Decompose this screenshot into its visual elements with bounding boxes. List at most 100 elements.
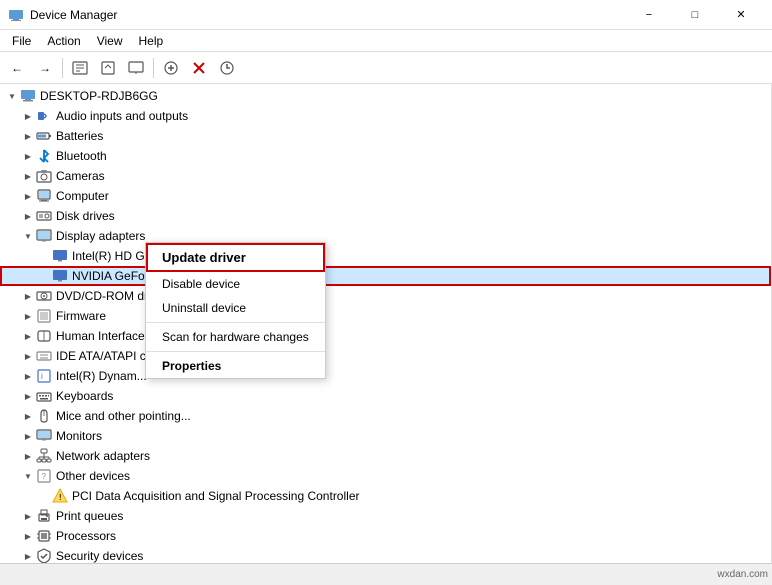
network-icon — [36, 448, 52, 464]
window-title: Device Manager — [30, 8, 626, 22]
back-button[interactable]: ← — [4, 56, 30, 80]
tree-item-display[interactable]: ▼ Display adapters — [0, 226, 771, 246]
properties-button[interactable] — [67, 56, 93, 80]
remove-button[interactable] — [186, 56, 212, 80]
add-button[interactable] — [158, 56, 184, 80]
menu-help[interactable]: Help — [131, 32, 172, 50]
expand-root[interactable]: ▼ — [4, 88, 20, 104]
forward-button[interactable]: → — [32, 56, 58, 80]
expand-batteries[interactable]: ▶ — [20, 128, 36, 144]
expand-ide[interactable]: ▶ — [20, 348, 36, 364]
computer-icon — [20, 88, 36, 104]
expand-display[interactable]: ▼ — [20, 228, 36, 244]
disk-label: Disk drives — [56, 209, 115, 223]
intel-hd-icon — [52, 248, 68, 264]
mice-label: Mice and other pointing... — [56, 409, 191, 423]
main-content: ▼ DESKTOP-RDJB6GG ▶ — [0, 84, 772, 563]
expand-processors[interactable]: ▶ — [20, 528, 36, 544]
tree-item-security[interactable]: ▶ Security devices — [0, 546, 771, 563]
tree-item-nvidia[interactable]: NVIDIA GeForce 940M — [0, 266, 771, 286]
monitors-icon — [36, 428, 52, 444]
other-icon: ? — [36, 468, 52, 484]
status-bar: wxdan.com — [0, 563, 772, 585]
computer-label: Computer — [56, 189, 109, 203]
tree-item-audio[interactable]: ▶ Audio inputs and outputs — [0, 106, 771, 126]
display-button[interactable] — [123, 56, 149, 80]
firmware-label: Firmware — [56, 309, 106, 323]
audio-icon — [36, 108, 52, 124]
display-label: Display adapters — [56, 229, 145, 243]
display-icon — [36, 228, 52, 244]
expand-security[interactable]: ▶ — [20, 548, 36, 563]
tree-item-keyboards[interactable]: ▶ Keyboards — [0, 386, 771, 406]
disk-icon — [36, 208, 52, 224]
battery-icon — [36, 128, 52, 144]
tree-item-dvd[interactable]: ▶ DVD/CD-ROM drives — [0, 286, 771, 306]
update-button[interactable] — [214, 56, 240, 80]
svg-text:?: ? — [42, 472, 47, 481]
tree-item-ide[interactable]: ▶ IDE ATA/ATAPI controllers — [0, 346, 771, 366]
expand-intel-dyn[interactable]: ▶ — [20, 368, 36, 384]
minimize-button[interactable]: − — [626, 0, 672, 30]
close-button[interactable]: ✕ — [718, 0, 764, 30]
title-bar: Device Manager − □ ✕ — [0, 0, 772, 30]
context-menu-scan[interactable]: Scan for hardware changes — [146, 325, 325, 349]
menu-file[interactable]: File — [4, 32, 39, 50]
tree-item-cameras[interactable]: ▶ Cameras — [0, 166, 771, 186]
audio-label: Audio inputs and outputs — [56, 109, 188, 123]
tree-item-hid[interactable]: ▶ Human Interface Devices — [0, 326, 771, 346]
svg-text:!: ! — [59, 493, 62, 502]
expand-mice[interactable]: ▶ — [20, 408, 36, 424]
tree-item-batteries[interactable]: ▶ Batteries — [0, 126, 771, 146]
expand-monitors[interactable]: ▶ — [20, 428, 36, 444]
window-controls: − □ ✕ — [626, 0, 764, 30]
computer-small-icon — [36, 188, 52, 204]
context-menu-properties[interactable]: Properties — [146, 354, 325, 378]
expand-disk[interactable]: ▶ — [20, 208, 36, 224]
context-menu-update-driver[interactable]: Update driver — [146, 243, 325, 272]
processors-label: Processors — [56, 529, 116, 543]
tree-item-print[interactable]: ▶ Print queues — [0, 506, 771, 526]
expand-other[interactable]: ▼ — [20, 468, 36, 484]
print-icon — [36, 508, 52, 524]
menu-view[interactable]: View — [89, 32, 131, 50]
expand-computer[interactable]: ▶ — [20, 188, 36, 204]
device-tree[interactable]: ▼ DESKTOP-RDJB6GG ▶ — [0, 84, 771, 563]
tree-item-network[interactable]: ▶ Network adapters — [0, 446, 771, 466]
expand-audio[interactable]: ▶ — [20, 108, 36, 124]
tree-item-firmware[interactable]: ▶ Firmware — [0, 306, 771, 326]
tree-item-other[interactable]: ▼ ? Other devices — [0, 466, 771, 486]
expand-firmware[interactable]: ▶ — [20, 308, 36, 324]
menu-bar: File Action View Help — [0, 30, 772, 52]
expand-dvd[interactable]: ▶ — [20, 288, 36, 304]
tree-item-pci[interactable]: ! PCI Data Acquisition and Signal Proces… — [0, 486, 771, 506]
menu-action[interactable]: Action — [39, 32, 88, 50]
tree-item-intel-hd[interactable]: Intel(R) HD Graphics 520 — [0, 246, 771, 266]
tree-item-disk[interactable]: ▶ Disk drives — [0, 206, 771, 226]
expand-keyboards[interactable]: ▶ — [20, 388, 36, 404]
tree-item-mice[interactable]: ▶ Mice and other pointing... — [0, 406, 771, 426]
tree-item-intel-dyn[interactable]: ▶ i Intel(R) Dynam... — [0, 366, 771, 386]
app-icon — [8, 7, 24, 23]
tree-root[interactable]: ▼ DESKTOP-RDJB6GG — [0, 86, 771, 106]
tree-item-monitors[interactable]: ▶ Monitors — [0, 426, 771, 446]
context-menu-uninstall[interactable]: Uninstall device — [146, 296, 325, 320]
tree-item-bluetooth[interactable]: ▶ Bluetooth — [0, 146, 771, 166]
tree-item-processors[interactable]: ▶ Processors — [0, 526, 771, 546]
expand-hid[interactable]: ▶ — [20, 328, 36, 344]
camera-icon — [36, 168, 52, 184]
processors-icon — [36, 528, 52, 544]
maximize-button[interactable]: □ — [672, 0, 718, 30]
context-menu-disable[interactable]: Disable device — [146, 272, 325, 296]
expand-network[interactable]: ▶ — [20, 448, 36, 464]
batteries-label: Batteries — [56, 129, 103, 143]
ide-icon — [36, 348, 52, 364]
toolbar-sep-1 — [62, 58, 63, 78]
security-icon — [36, 548, 52, 563]
scan-button[interactable] — [95, 56, 121, 80]
expand-print[interactable]: ▶ — [20, 508, 36, 524]
expand-cameras[interactable]: ▶ — [20, 168, 36, 184]
tree-item-computer[interactable]: ▶ Computer — [0, 186, 771, 206]
print-label: Print queues — [56, 509, 123, 523]
expand-bluetooth[interactable]: ▶ — [20, 148, 36, 164]
